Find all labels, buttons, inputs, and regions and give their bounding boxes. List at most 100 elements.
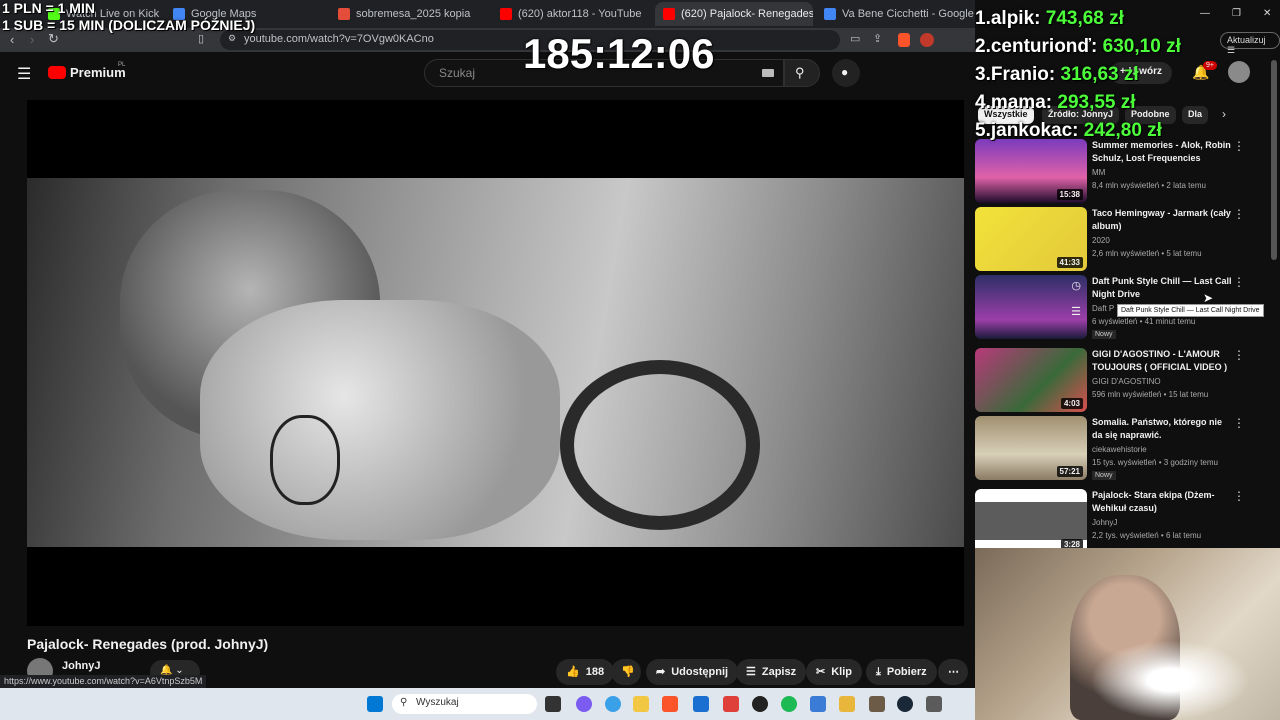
chip-for-you[interactable]: Dla [1182,106,1209,124]
more-options-icon[interactable]: ⋮ [1233,416,1245,430]
steam-icon[interactable] [897,696,913,712]
search-icon: ⚲ [400,697,408,708]
notepad-icon[interactable] [810,696,826,712]
search-button[interactable]: ⚲ [784,59,820,87]
recommendation-card[interactable]: 4:03 GIGI D'AGOSTINO - L'AMOUR TOUJOURS … [975,348,1265,414]
youtube-logo-icon[interactable] [48,66,66,79]
share-page-icon[interactable]: ⇪ [873,32,882,45]
back-icon[interactable]: ‹ [10,32,14,47]
reload-icon[interactable]: ↻ [48,31,59,47]
task-view-icon[interactable] [545,696,561,712]
save-icon: ☰ [746,665,756,678]
calculator-icon[interactable] [926,696,942,712]
brave-shield-icon[interactable] [898,33,910,47]
keyboard-icon[interactable] [762,69,774,77]
subathon-timer: 185:12:06 [523,30,715,77]
share-button[interactable]: ➦ Udostępnij [646,659,739,685]
channel-name[interactable]: JohnyJ [62,660,101,672]
spotify-icon[interactable] [781,696,797,712]
leaderboard-entry: 4.mama: 293,55 zł [975,92,1136,113]
store-icon[interactable] [693,696,709,712]
video-thumbnail[interactable]: 57:21 [975,416,1087,480]
video-thumbnail[interactable]: 15:38 [975,139,1087,203]
recommendation-card[interactable]: 3:28 Pajalock- Stara ekipa (Dżem- Wehiku… [975,489,1265,555]
forward-icon[interactable]: › [30,32,34,47]
google-icon [824,8,836,20]
save-button[interactable]: ☰ Zapisz [736,659,807,685]
leaderboard-entry: 1.alpik: 743,68 zł [975,8,1124,29]
video-thumbnail[interactable]: 3:28 [975,489,1087,553]
download-icon: ⤓ [876,665,881,678]
recommendation-card[interactable]: 15:38 Summer memories - Alok, Robin Schu… [975,139,1265,205]
tab-pajalock-active[interactable]: (620) Pajalock- Renegades (p✕ [655,2,813,26]
minimize-icon[interactable]: — [1200,8,1210,19]
like-button[interactable]: 👍 188 [556,659,615,685]
chips-next-icon[interactable]: › [1222,107,1226,121]
microphone-icon: ● [841,65,849,79]
maximize-icon[interactable]: ❐ [1232,8,1241,19]
video-title: Pajalock- Renegades (prod. JohnyJ) [27,636,269,652]
overlay-rate-line1: 1 PLN = 1 MIN [2,0,95,16]
more-options-icon[interactable]: ⋮ [1233,275,1245,289]
title-tooltip: Daft Punk Style Chill — Last Call Night … [1117,304,1264,317]
brave-icon[interactable] [662,696,678,712]
watch-later-icon[interactable]: ◷ [1071,279,1081,292]
more-options-icon[interactable]: ⋮ [1233,207,1245,221]
windows-icon[interactable] [367,696,383,712]
overlay-rate-line2: 1 SUB = 15 MIN (DOLICZAM PÓŹNIEJ) [2,17,256,33]
leaderboard-entry: 5.jankokac: 242,80 zł [975,120,1162,141]
brave-red-icon[interactable] [723,696,739,712]
document-icon [338,8,350,20]
more-options-icon[interactable]: ⋮ [1233,348,1245,362]
thumbs-up-icon: 👍 [566,665,580,678]
bookmark-icon[interactable]: ▯ [198,32,204,45]
video-hands-burger [200,300,560,540]
clip-button[interactable]: ✂ Klip [806,659,862,685]
scissors-icon: ✂ [816,665,826,678]
recommendation-card[interactable]: 41:33 Taco Hemingway - Jarmark (cały alb… [975,207,1265,273]
messenger-icon[interactable] [576,696,592,712]
logo-region: PL [118,62,126,68]
kfc-logo-icon [270,415,340,505]
copilot-icon[interactable] [605,696,621,712]
window-controls: — ❐ ✕ [1200,8,1271,19]
tab-aktor118[interactable]: (620) aktor118 - YouTube [492,2,652,26]
site-info-icon[interactable]: ⚙ [228,33,236,44]
more-actions-button[interactable]: ⋯ [938,659,968,685]
mouse-cursor-icon: ➤ [1203,291,1214,305]
voice-search-button[interactable]: ● [832,59,860,87]
leaderboard-entry: 2.centurionď: 630,10 zł [975,36,1181,57]
link-status-bar: https://www.youtube.com/watch?v=A6VtnpSz… [0,675,207,688]
panel-scrollbar[interactable] [1271,60,1277,260]
video-thumbnail[interactable]: 4:03 [975,348,1087,412]
new-badge: Nowy [1092,330,1116,339]
tab-sobremesa[interactable]: sobremesa_2025 kopia [330,2,490,26]
more-options-icon[interactable]: ⋮ [1233,139,1245,153]
new-badge: Nowy [1092,471,1116,480]
tab-google-search[interactable]: Va Bene Cicchetti - Google Search [816,2,974,26]
video-thumbnail[interactable]: 41:33 [975,207,1087,271]
leaderboard-entry: 3.Franio: 316,63 zł [975,64,1139,85]
update-browser-button[interactable]: Aktualizuj ☰ [1220,32,1280,55]
close-window-icon[interactable]: ✕ [1263,8,1271,19]
account-avatar[interactable] [1228,61,1250,83]
dislike-button[interactable]: 👎 [611,659,641,685]
hamburger-menu-icon[interactable]: ☰ [17,64,31,84]
recommendation-card[interactable]: 57:21 Somalia. Państwo, którego nie da s… [975,416,1265,482]
add-to-queue-icon[interactable]: ☰ [1071,305,1081,318]
rewards-icon[interactable] [920,33,934,47]
gimp-icon[interactable] [869,696,885,712]
explorer-icon[interactable] [633,696,649,712]
steering-wheel [560,360,760,530]
notifications-badge: 9+ [1203,61,1217,70]
obs-icon[interactable] [752,696,768,712]
search-icon: ⚲ [795,65,805,80]
cast-icon[interactable]: ▭ [850,32,860,45]
youtube-icon [663,8,675,20]
more-options-icon[interactable]: ⋮ [1233,489,1245,503]
youtube-icon [500,8,512,20]
taskbar-search[interactable]: ⚲ Wyszukaj [392,694,537,714]
video-thumbnail[interactable]: ◷ ☰ [975,275,1087,339]
download-button[interactable]: ⤓ Pobierz [866,659,937,685]
folder-icon[interactable] [839,696,855,712]
